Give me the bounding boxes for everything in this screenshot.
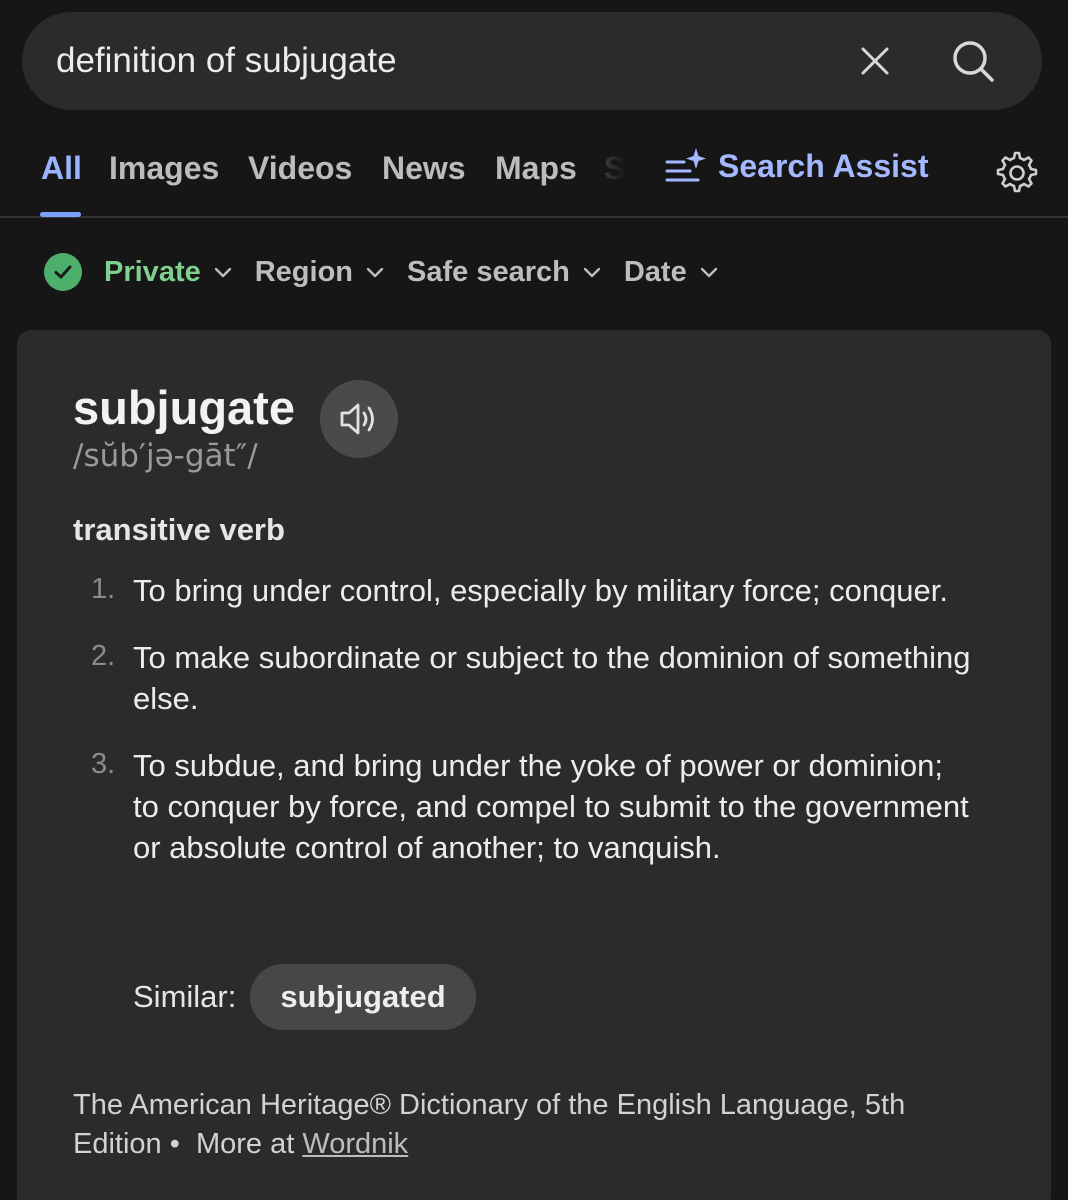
chevron-down-icon bbox=[366, 267, 384, 278]
definition-number: 3. bbox=[91, 748, 116, 780]
more-at-text: More at bbox=[195, 1128, 295, 1160]
safe-search-filter[interactable]: Safe search bbox=[407, 256, 602, 289]
chevron-down-icon bbox=[700, 267, 717, 278]
definition-text: To bring under control, especially by mi… bbox=[133, 573, 949, 608]
phonetic: /sŭb′jə-gāt″/ bbox=[73, 438, 258, 474]
search-icon bbox=[953, 41, 994, 82]
tab-videos[interactable]: Videos bbox=[248, 150, 352, 187]
filter-bar: Private Region Safe search Date bbox=[44, 250, 741, 294]
search-bar[interactable]: definition of subjugate bbox=[22, 12, 1042, 110]
similar-label: Similar: bbox=[133, 979, 237, 1014]
definition-card: subjugate /sŭb′jə-gāt″/ transitive verb … bbox=[17, 330, 1051, 1200]
region-filter[interactable]: Region bbox=[255, 256, 385, 289]
gear-icon[interactable] bbox=[994, 150, 1040, 196]
tab-overflow[interactable]: S bbox=[604, 150, 626, 187]
tab-news[interactable]: News bbox=[382, 150, 466, 187]
clear-button[interactable] bbox=[840, 26, 910, 96]
safe-search-label: Safe search bbox=[407, 255, 570, 288]
chevron-down-icon bbox=[214, 267, 231, 278]
close-icon bbox=[861, 47, 889, 75]
definition-text: To subdue, and bring under the yoke of p… bbox=[133, 748, 969, 865]
search-tabs: All Images Videos News Maps S Search Ass… bbox=[0, 140, 1068, 218]
definition-list: 1. To bring under control, especially by… bbox=[73, 570, 973, 894]
definition-text: To make subordinate or subject to the do… bbox=[133, 640, 971, 716]
chevron-down-icon bbox=[583, 267, 601, 278]
tab-all[interactable]: All bbox=[41, 150, 82, 187]
source-attribution: The American Heritage® Dictionary of the… bbox=[73, 1086, 973, 1164]
definition-item: 2. To make subordinate or subject to the… bbox=[73, 637, 973, 719]
search-input[interactable]: definition of subjugate bbox=[56, 41, 840, 81]
private-filter[interactable]: Private bbox=[44, 253, 233, 291]
date-label: Date bbox=[623, 255, 687, 288]
definition-number: 1. bbox=[91, 573, 116, 605]
private-label: Private bbox=[104, 255, 201, 288]
search-assist-button[interactable]: Search Assist bbox=[664, 146, 928, 186]
date-filter[interactable]: Date bbox=[624, 256, 719, 289]
region-label: Region bbox=[254, 255, 354, 288]
similar-row: Similar: subjugated bbox=[133, 964, 476, 1030]
search-assist-label: Search Assist bbox=[718, 147, 929, 184]
sparkle-list-icon bbox=[665, 148, 706, 182]
headword: subjugate bbox=[73, 381, 295, 434]
part-of-speech: transitive verb bbox=[73, 512, 285, 547]
active-tab-indicator bbox=[40, 212, 81, 217]
tab-images[interactable]: Images bbox=[109, 150, 219, 187]
speaker-icon bbox=[340, 403, 374, 435]
similar-word-chip[interactable]: subjugated bbox=[250, 964, 476, 1030]
pronounce-button[interactable] bbox=[320, 380, 398, 458]
search-button[interactable] bbox=[938, 26, 1008, 96]
definition-item: 3. To subdue, and bring under the yoke o… bbox=[73, 745, 973, 868]
tab-maps[interactable]: Maps bbox=[495, 150, 577, 187]
definition-item: 1. To bring under control, especially by… bbox=[73, 570, 973, 611]
check-icon bbox=[44, 253, 82, 291]
wordnik-link[interactable]: Wordnik bbox=[302, 1128, 408, 1160]
definition-number: 2. bbox=[91, 640, 116, 672]
